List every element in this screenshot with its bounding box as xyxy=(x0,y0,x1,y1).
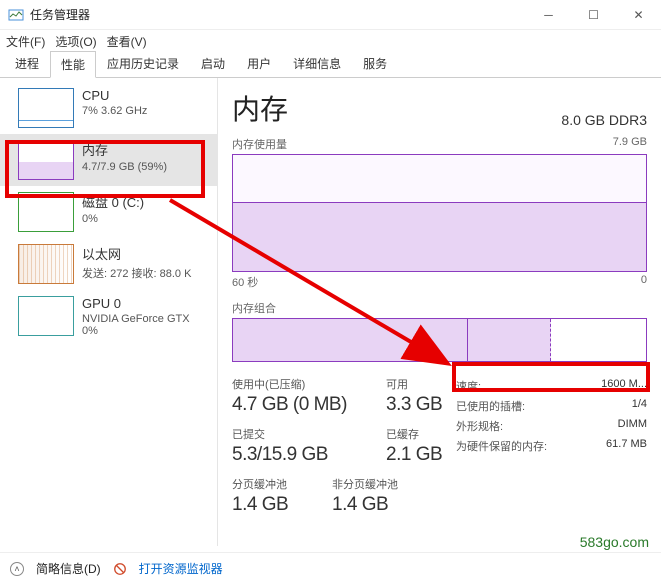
memory-thumb xyxy=(18,140,74,180)
nonpaged-label: 非分页缓冲池 xyxy=(332,476,456,492)
paged-value: 1.4 GB xyxy=(232,494,332,516)
commit-label: 已提交 xyxy=(232,426,386,442)
usage-graph-max: 7.9 GB xyxy=(613,136,647,152)
tab-details[interactable]: 详细信息 xyxy=(282,50,352,77)
open-resmon-link[interactable]: 打开资源监视器 xyxy=(139,560,223,577)
composition-graph xyxy=(232,318,647,362)
sidebar-item-label: 磁盘 0 (C:) xyxy=(82,192,144,211)
sidebar-item-detail: 4.7/7.9 GB (59%) xyxy=(82,161,167,173)
sidebar-item-memory[interactable]: 内存 4.7/7.9 GB (59%) xyxy=(0,134,217,186)
cpu-thumb xyxy=(18,88,74,128)
sidebar-item-cpu[interactable]: CPU 7% 3.62 GHz xyxy=(0,82,217,134)
sidebar-item-detail: 发送: 272 接收: 88.0 K xyxy=(82,265,191,281)
sidebar-item-disk[interactable]: 磁盘 0 (C:) 0% xyxy=(0,186,217,238)
avail-value: 3.3 GB xyxy=(386,394,456,416)
less-details-link[interactable]: 简略信息(D) xyxy=(36,560,101,577)
cached-label: 已缓存 xyxy=(386,426,456,442)
sidebar-item-ethernet[interactable]: 以太网 发送: 272 接收: 88.0 K xyxy=(0,238,217,290)
tab-performance[interactable]: 性能 xyxy=(50,51,96,78)
sidebar-item-label: CPU xyxy=(82,88,147,103)
disk-thumb xyxy=(18,192,74,232)
hwreserved-value: 61.7 MB xyxy=(606,438,647,454)
used-label: 使用中(已压缩) xyxy=(232,376,386,392)
tab-processes[interactable]: 进程 xyxy=(4,50,50,77)
page-title: 内存 xyxy=(232,88,288,128)
paged-label: 分页缓冲池 xyxy=(232,476,332,492)
tab-users[interactable]: 用户 xyxy=(236,50,282,77)
sidebar-item-detail: NVIDIA GeForce GTX 0% xyxy=(82,313,207,337)
form-value: DIMM xyxy=(618,418,647,434)
memory-spec: 8.0 GB DDR3 xyxy=(561,112,647,128)
cached-value: 2.1 GB xyxy=(386,444,456,466)
used-value: 4.7 GB (0 MB) xyxy=(232,394,386,416)
tab-startup[interactable]: 启动 xyxy=(190,50,236,77)
compose-label: 内存组合 xyxy=(232,300,276,316)
menu-options[interactable]: 选项(O) xyxy=(55,33,96,50)
menu-view[interactable]: 查看(V) xyxy=(107,33,147,50)
window-title: 任务管理器 xyxy=(30,6,526,23)
form-key: 外形规格: xyxy=(456,418,503,434)
ethernet-thumb xyxy=(18,244,74,284)
nonpaged-value: 1.4 GB xyxy=(332,494,456,516)
gpu-thumb xyxy=(18,296,74,336)
speed-key: 速度: xyxy=(456,378,481,394)
maximize-button[interactable]: ☐ xyxy=(571,0,616,30)
hwreserved-key: 为硬件保留的内存: xyxy=(456,438,547,454)
minimize-button[interactable]: ─ xyxy=(526,0,571,30)
resmon-icon xyxy=(113,562,127,576)
menu-file[interactable]: 文件(F) xyxy=(6,33,45,50)
speed-value: 1600 M... xyxy=(601,378,647,394)
usage-graph-label: 内存使用量 xyxy=(232,136,287,152)
memory-panel: 内存 8.0 GB DDR3 内存使用量 7.9 GB 60 秒 0 内存组合 … xyxy=(218,78,661,546)
watermark: 583go.com xyxy=(580,534,649,550)
usage-graph xyxy=(232,154,647,272)
sidebar-item-detail: 7% 3.62 GHz xyxy=(82,105,147,117)
tab-services[interactable]: 服务 xyxy=(352,50,398,77)
sidebar-item-label: GPU 0 xyxy=(82,296,207,311)
slots-value: 1/4 xyxy=(632,398,647,414)
tab-apphistory[interactable]: 应用历史记录 xyxy=(96,50,190,77)
commit-value: 5.3/15.9 GB xyxy=(232,444,386,466)
close-button[interactable]: ✕ xyxy=(616,0,661,30)
avail-label: 可用 xyxy=(386,376,456,392)
time-axis-end: 0 xyxy=(641,274,647,290)
time-axis-start: 60 秒 xyxy=(232,274,258,290)
sidebar: CPU 7% 3.62 GHz 内存 4.7/7.9 GB (59%) 磁盘 0… xyxy=(0,78,218,546)
app-icon xyxy=(8,7,24,23)
sidebar-item-detail: 0% xyxy=(82,213,144,225)
slots-key: 已使用的插槽: xyxy=(456,398,525,414)
sidebar-item-label: 内存 xyxy=(82,140,167,159)
chevron-up-icon[interactable]: ˄ xyxy=(10,562,24,576)
sidebar-item-label: 以太网 xyxy=(82,244,191,263)
sidebar-item-gpu[interactable]: GPU 0 NVIDIA GeForce GTX 0% xyxy=(0,290,217,343)
